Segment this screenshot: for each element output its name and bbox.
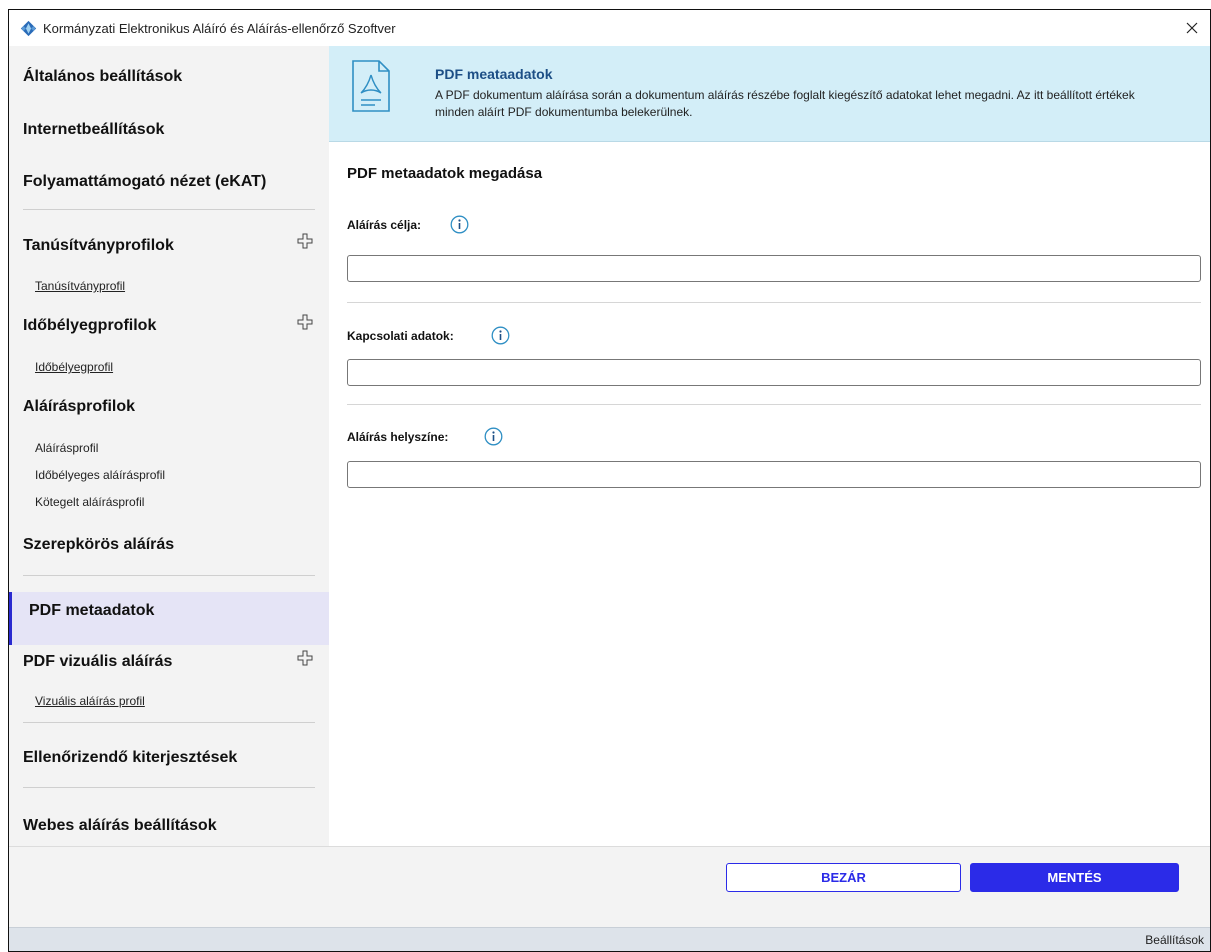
field-label-kapcsolati-adatok: Kapcsolati adatok: xyxy=(347,329,454,343)
window-title: Kormányzati Elektronikus Aláíró és Aláír… xyxy=(43,21,396,36)
field-label-alairas-helyszine: Aláírás helyszíne: xyxy=(347,430,449,444)
sidebar-item-internetbeallitasok[interactable]: Internetbeállítások xyxy=(23,121,164,139)
info-icon[interactable] xyxy=(484,427,503,446)
footer-bar: BEZÁR MENTÉS xyxy=(9,846,1210,927)
close-button[interactable]: BEZÁR xyxy=(726,863,961,892)
pdf-document-icon xyxy=(352,60,390,112)
close-icon xyxy=(1186,22,1198,34)
sidebar-item-idobelyegprofilok[interactable]: Időbélyegprofilok xyxy=(23,317,156,335)
title-bar: Kormányzati Elektronikus Aláíró és Aláír… xyxy=(9,10,1210,46)
main-content: PDF metaadatok megadása Aláírás célja: K… xyxy=(329,142,1210,846)
sidebar-divider xyxy=(23,209,315,210)
plus-icon[interactable] xyxy=(297,650,313,666)
info-icon[interactable] xyxy=(491,326,510,345)
field-divider xyxy=(347,404,1201,405)
plus-icon[interactable] xyxy=(297,233,313,249)
sidebar-subitem-idobelyegprofil[interactable]: Időbélyegprofil xyxy=(35,360,113,374)
sidebar-divider xyxy=(23,575,315,576)
info-icon[interactable] xyxy=(450,215,469,234)
status-bar: Beállítások xyxy=(9,927,1210,951)
active-indicator xyxy=(9,592,12,645)
sidebar-divider xyxy=(23,787,315,788)
close-window-button[interactable] xyxy=(1180,16,1204,40)
sidebar-item-alairasprofilok[interactable]: Aláírásprofilok xyxy=(23,398,135,416)
sidebar-subitem-vizualis-alairas-profil[interactable]: Vizuális aláírás profil xyxy=(35,694,145,708)
sidebar-subitem-tanusitvanyprofil[interactable]: Tanúsítványprofil xyxy=(35,279,125,293)
app-logo-icon xyxy=(20,20,37,37)
banner-title: PDF meataadatok xyxy=(435,66,553,82)
kapcsolati-adatok-input[interactable] xyxy=(347,359,1201,386)
field-label-alairas-celja: Aláírás célja: xyxy=(347,218,422,232)
sidebar-divider xyxy=(23,722,315,723)
section-title: PDF metaadatok megadása xyxy=(347,165,543,182)
status-text: Beállítások xyxy=(1145,933,1204,947)
alairas-helyszine-input[interactable] xyxy=(347,461,1201,488)
info-banner: PDF meataadatok A PDF dokumentum aláírás… xyxy=(329,46,1210,142)
field-divider xyxy=(347,302,1201,303)
plus-icon[interactable] xyxy=(297,314,313,330)
sidebar-item-szerepkoros-alairas[interactable]: Szerepkörös aláírás xyxy=(23,536,174,554)
sidebar: Általános beállítások Internetbeállításo… xyxy=(9,46,329,846)
sidebar-item-pdf-vizualis-alairas[interactable]: PDF vizuális aláírás xyxy=(23,653,172,671)
save-button[interactable]: MENTÉS xyxy=(970,863,1179,892)
sidebar-item-ellenorizendo-kiterjesztesek[interactable]: Ellenőrizendő kiterjesztések xyxy=(23,749,237,767)
sidebar-subitem-alairasprofil[interactable]: Aláírásprofil xyxy=(35,441,98,455)
settings-window: Kormányzati Elektronikus Aláíró és Aláír… xyxy=(8,9,1211,952)
sidebar-item-folyamattamogato-nezet[interactable]: Folyamattámogató nézet (eKAT) xyxy=(23,173,266,191)
sidebar-subitem-kotegelt-alairasprofil[interactable]: Kötegelt aláírásprofil xyxy=(35,495,144,509)
sidebar-item-tanusitvanyprofilok[interactable]: Tanúsítványprofilok xyxy=(23,237,174,255)
banner-description: A PDF dokumentum aláírása során a dokume… xyxy=(435,88,1135,119)
sidebar-subitem-idobelyeges-alairasprofil[interactable]: Időbélyeges aláírásprofil xyxy=(35,468,165,482)
alairas-celja-input[interactable] xyxy=(347,255,1201,282)
sidebar-item-pdf-metaadatok[interactable]: PDF metaadatok xyxy=(29,602,154,620)
sidebar-item-webes-alairas-beallitasok[interactable]: Webes aláírás beállítások xyxy=(23,817,217,835)
sidebar-item-altalanos-beallitasok[interactable]: Általános beállítások xyxy=(23,68,182,86)
